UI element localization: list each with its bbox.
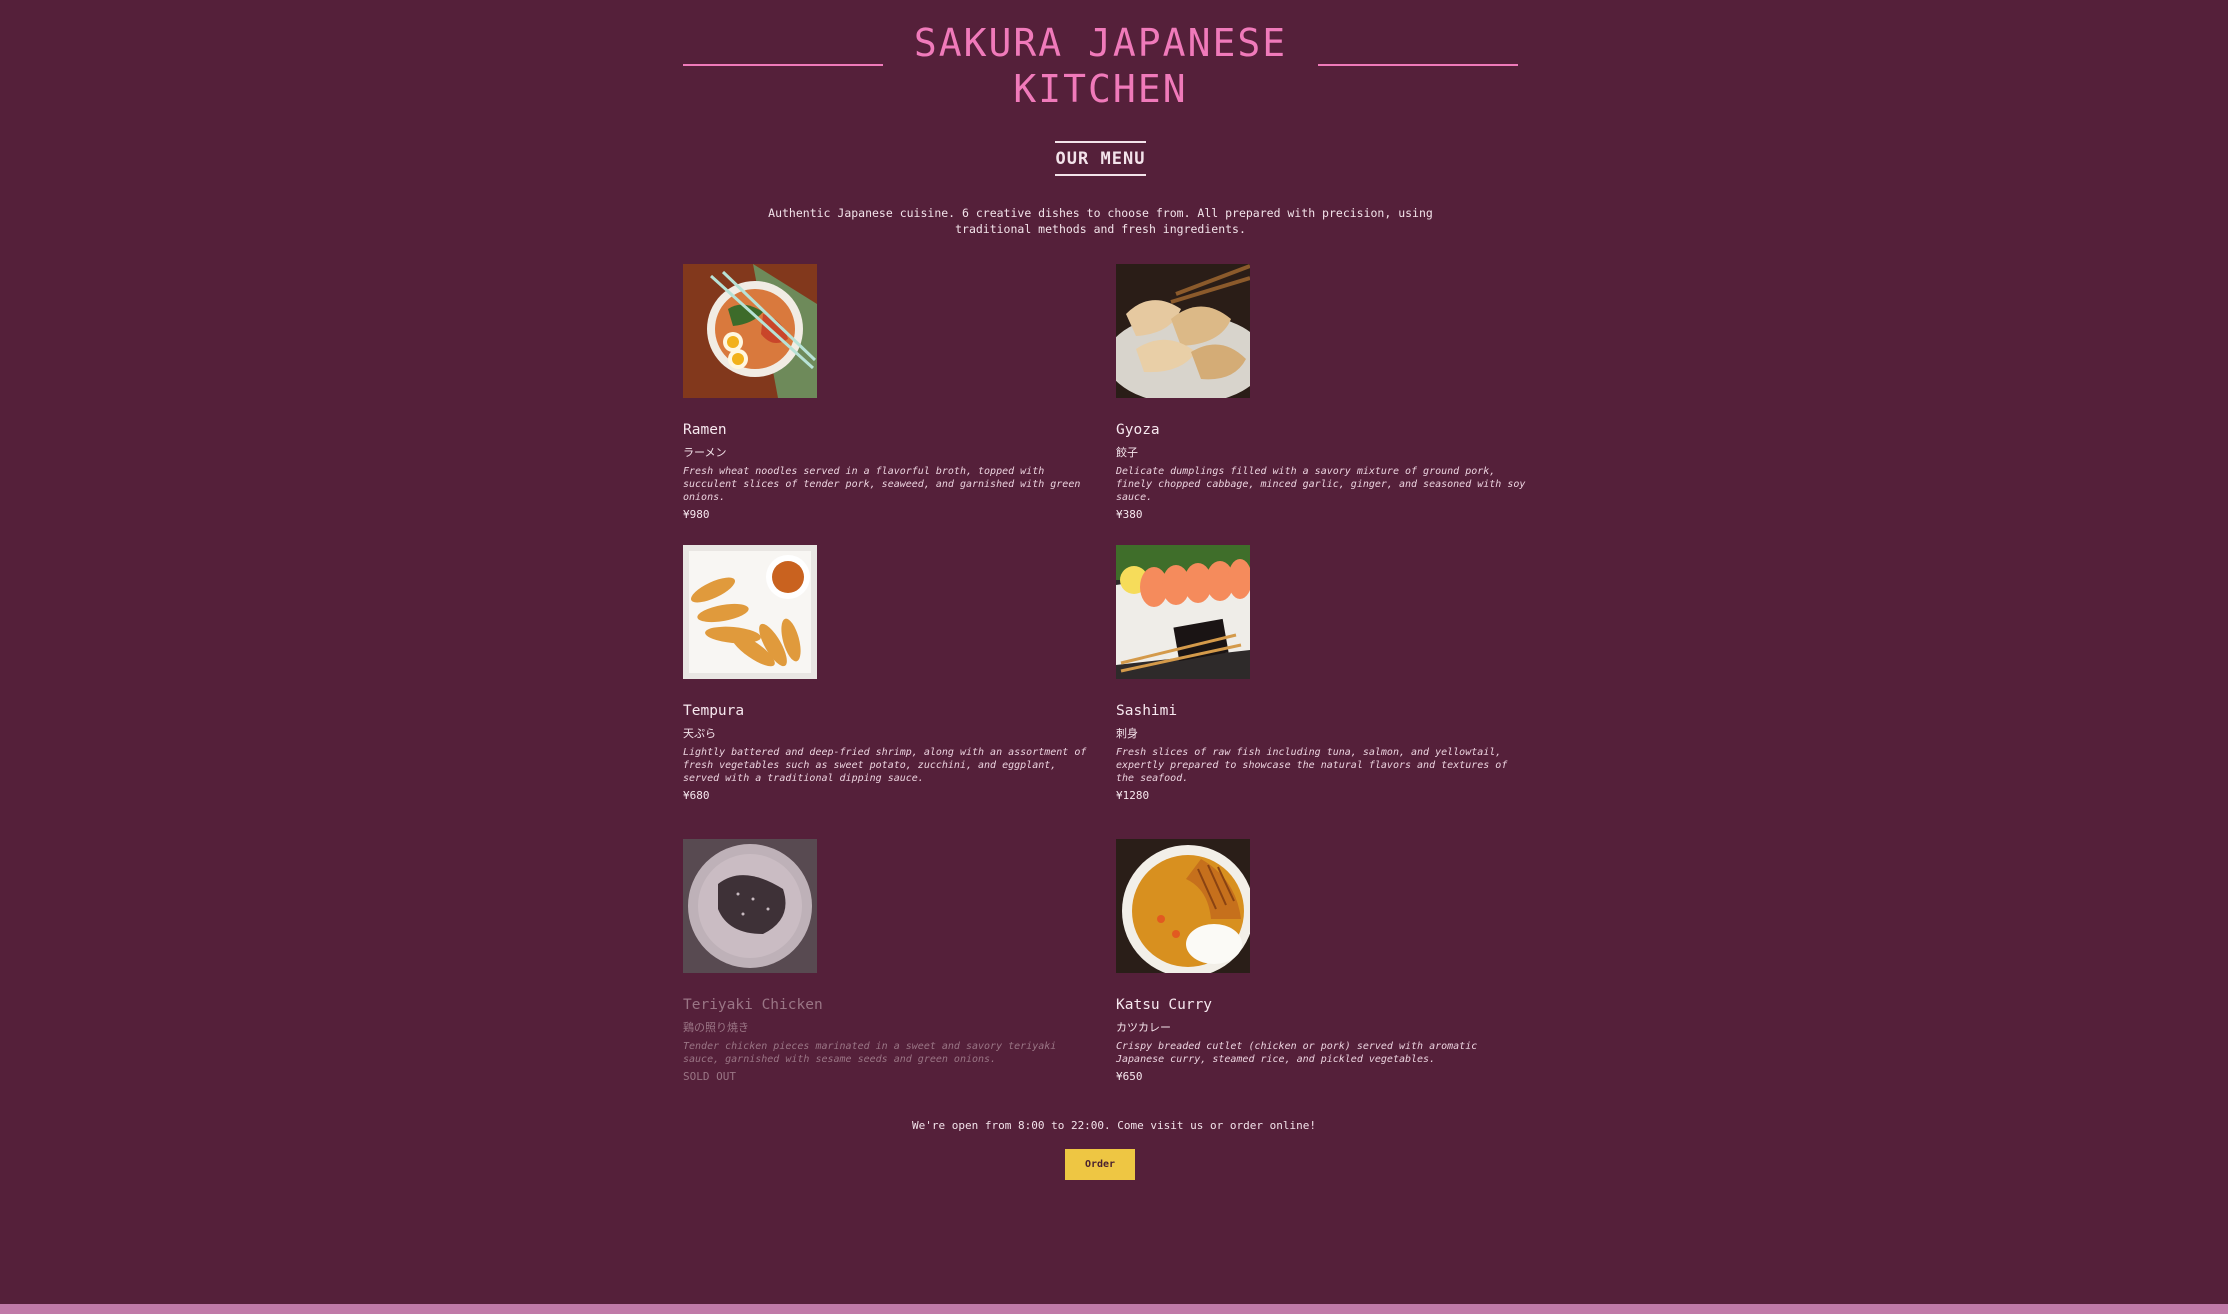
item-name-japanese: ラーメン	[683, 446, 727, 459]
item-price: ¥980	[683, 508, 710, 521]
item-name-japanese: 刺身	[1116, 727, 1138, 740]
item-name-japanese: 天ぷら	[683, 727, 716, 740]
header: SAKURA JAPANESE KITCHEN	[683, 20, 1518, 111]
gyoza-image	[1116, 264, 1250, 398]
item-price: ¥380	[1116, 508, 1143, 521]
item-description: Tender chicken pieces marinated in a swe…	[683, 1041, 1057, 1065]
item-name-japanese: 鶏の照り焼き	[683, 1021, 749, 1034]
sold-out-label: SOLD OUT	[683, 1070, 736, 1083]
item-name: Tempura	[683, 703, 745, 719]
restaurant-title: SAKURA JAPANESE KITCHEN	[913, 21, 1288, 111]
item-name: Gyoza	[1116, 422, 1160, 438]
menu-item-teriyaki-chicken: Teriyaki Chicken 鶏の照り焼き Tender chicken p…	[683, 839, 1093, 1083]
bottom-bar	[0, 1304, 2228, 1314]
item-description: Fresh wheat noodles served in a flavorfu…	[683, 466, 1081, 503]
item-name: Sashimi	[1116, 703, 1178, 719]
item-description: Fresh slices of raw fish including tuna,…	[1116, 747, 1508, 784]
item-price: ¥1280	[1116, 789, 1150, 802]
ramen-image	[683, 264, 817, 398]
menu-item-sashimi: Sashimi 刺身 Fresh slices of raw fish incl…	[1116, 545, 1526, 802]
order-button[interactable]: Order	[1065, 1149, 1135, 1180]
menu-intro: Authentic Japanese cuisine. 6 creative d…	[768, 206, 1433, 236]
menu-item-tempura: Tempura 天ぷら Lightly battered and deep-fr…	[683, 545, 1093, 802]
tempura-image	[683, 545, 817, 679]
opening-hours-text: We're open from 8:00 to 22:00. Come visi…	[912, 1119, 1316, 1132]
item-description: Lightly battered and deep-fried shrimp, …	[683, 747, 1087, 784]
item-description: Delicate dumplings filled with a savory …	[1116, 466, 1526, 503]
menu-heading-wrap: OUR MENU	[683, 141, 1518, 176]
header-divider-right	[1318, 64, 1518, 66]
menu-item-katsu-curry: Katsu Curry カツカレー Crispy breaded cutlet …	[1116, 839, 1526, 1083]
menu-item-ramen: Ramen ラーメン Fresh wheat noodles served in…	[683, 264, 1093, 521]
item-name: Teriyaki Chicken	[683, 997, 823, 1013]
item-name: Ramen	[683, 422, 727, 438]
item-name-japanese: 餃子	[1116, 446, 1138, 459]
header-divider-left	[683, 64, 883, 66]
item-description: Crispy breaded cutlet (chicken or pork) …	[1116, 1041, 1478, 1065]
item-name-japanese: カツカレー	[1116, 1021, 1171, 1034]
katsu-curry-image	[1116, 839, 1250, 973]
item-price: ¥680	[683, 789, 710, 802]
menu-heading: OUR MENU	[1054, 141, 1147, 176]
menu-item-gyoza: Gyoza 餃子 Delicate dumplings filled with …	[1116, 264, 1526, 521]
item-price: ¥650	[1116, 1070, 1143, 1083]
sashimi-image	[1116, 545, 1250, 679]
item-name: Katsu Curry	[1116, 997, 1213, 1013]
teriyaki-image	[683, 839, 817, 973]
